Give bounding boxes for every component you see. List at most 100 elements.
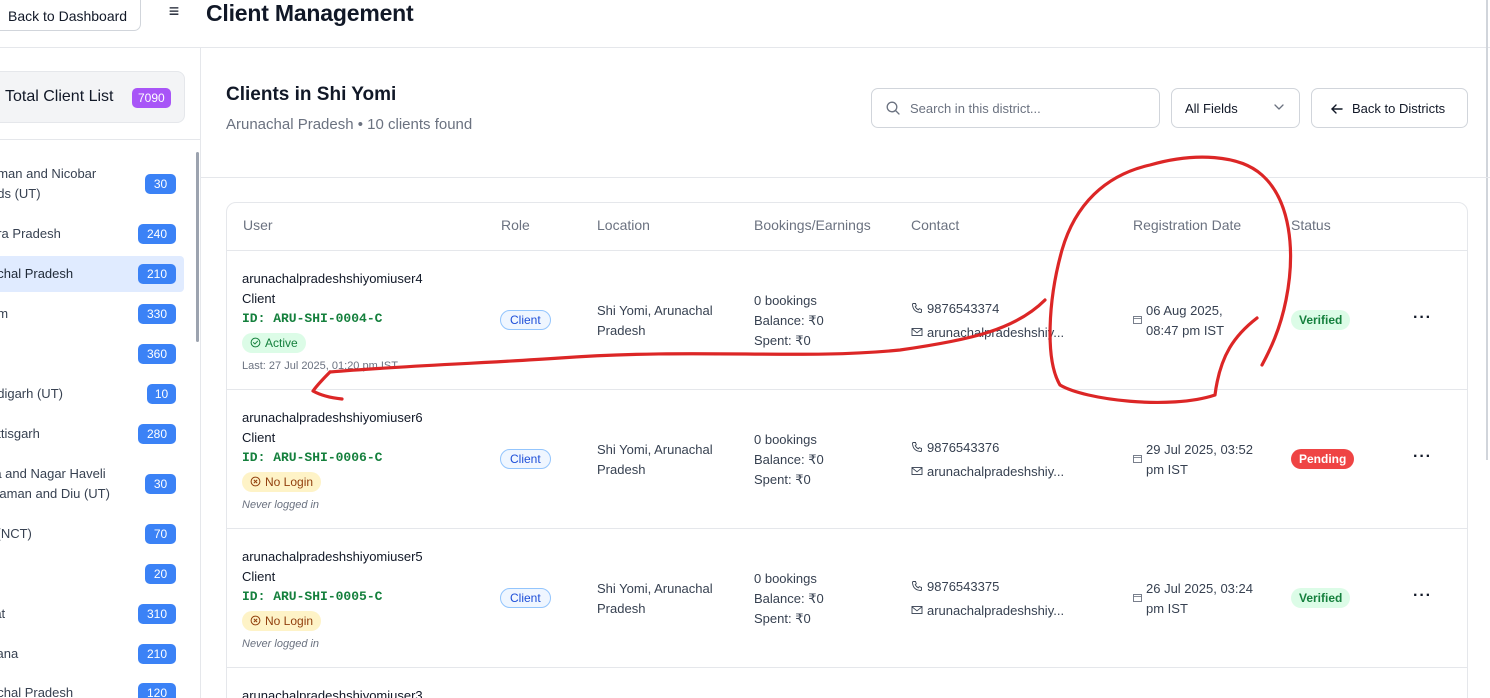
registration-time: 08:47 pm IST <box>1146 323 1225 338</box>
count-badge: 70 <box>145 524 176 544</box>
field-filter-value: All Fields <box>1185 101 1238 116</box>
header-registration-date[interactable]: Registration Date <box>1133 217 1241 233</box>
top-header: Back to Dashboard ≡ Client Management <box>0 0 1490 48</box>
district-subtitle: Arunachal Pradesh • 10 clients found <box>226 116 473 133</box>
more-actions-button[interactable]: ··· <box>1413 587 1432 605</box>
sidebar-item-label: attisgarh <box>0 426 40 441</box>
mail-icon <box>911 606 923 614</box>
sidebar-scrollbar[interactable] <box>196 152 199 342</box>
sidebar-item-bihar[interactable]: r 360 <box>0 344 184 364</box>
count-badge: 30 <box>145 474 176 494</box>
balance: Balance: ₹0 <box>754 313 824 328</box>
sidebar-item-label: aman and Nicobar <box>0 166 97 181</box>
email[interactable]: arunachalpradeshshiy... <box>911 325 1064 340</box>
search-input[interactable] <box>910 98 1150 118</box>
phone-icon <box>912 442 922 452</box>
sidebar-item-label: hra Pradesh <box>0 226 61 241</box>
sidebar-item-haryana[interactable]: vana 210 <box>0 644 184 664</box>
sidebar-divider <box>0 139 201 140</box>
role-badge: Client <box>500 588 551 608</box>
registration-date: 06 Aug 2025, <box>1146 303 1223 318</box>
back-to-dashboard-button[interactable]: Back to Dashboard <box>0 0 141 31</box>
email[interactable]: arunachalpradeshshiy... <box>911 464 1064 479</box>
username: arunachalpradeshshiyomiuser4 <box>242 271 423 286</box>
username: arunachalpradeshshiyomiuser3 <box>242 688 423 698</box>
sidebar-item-dadra-nagar-haveli[interactable]: ra and Nagar Haveli Daman and Diu (UT) 3… <box>0 464 184 504</box>
location-line: Pradesh <box>597 601 646 616</box>
sidebar-item-arunachal-pradesh[interactable]: achal Pradesh 210 <box>0 256 184 292</box>
count-badge: 310 <box>138 604 176 624</box>
email[interactable]: arunachalpradeshshiy... <box>911 603 1064 618</box>
district-title: Clients in Shi Yomi <box>226 84 397 105</box>
district-search[interactable] <box>871 88 1160 128</box>
spent: Spent: ₹0 <box>754 333 811 348</box>
total-client-list-button[interactable]: Total Client List 7090 <box>0 71 185 123</box>
sidebar-item-chhattisgarh[interactable]: attisgarh 280 <box>0 424 184 444</box>
phone[interactable]: 9876543374 <box>911 301 999 316</box>
main-divider <box>201 177 1490 178</box>
sidebar-item-andaman-nicobar[interactable]: aman and Nicobar nds (UT) 30 <box>0 164 184 204</box>
phone-number: 9876543376 <box>927 440 1000 455</box>
username: arunachalpradeshshiyomiuser6 <box>242 410 423 425</box>
page-title: Client Management <box>206 0 414 26</box>
sidebar-item-label: am <box>0 306 9 321</box>
phone-number: 9876543375 <box>927 579 1000 594</box>
sidebar: Total Client List 7090 aman and Nicobar … <box>0 48 201 698</box>
sidebar-item-gujarat[interactable]: rat 310 <box>0 604 184 624</box>
last-login: Never logged in <box>242 638 320 650</box>
header-bookings[interactable]: Bookings/Earnings <box>754 217 871 233</box>
menu-icon[interactable]: ≡ <box>163 1 185 23</box>
row-divider <box>227 250 1467 251</box>
status-badge: Verified <box>1291 588 1351 608</box>
sidebar-item-assam[interactable]: am 330 <box>0 304 184 324</box>
more-actions-button[interactable]: ··· <box>1413 448 1432 466</box>
sidebar-item-himachal-pradesh[interactable]: achal Pradesh 120 <box>0 683 184 698</box>
row-divider <box>227 389 1467 390</box>
sidebar-item-delhi[interactable]: i (NCT) 70 <box>0 524 184 544</box>
count-badge: 240 <box>138 224 176 244</box>
location-line: Pradesh <box>597 462 646 477</box>
login-status-badge: No Login <box>242 611 322 631</box>
field-filter-select[interactable]: All Fields <box>1171 88 1300 128</box>
last-login: Last: 27 Jul 2025, 01:20 pm IST <box>242 360 398 372</box>
sidebar-item-goa[interactable]: 20 <box>0 564 184 584</box>
phone[interactable]: 9876543375 <box>911 579 999 594</box>
registration-date: 29 Jul 2025, 03:52 <box>1146 442 1253 457</box>
status-badge: Pending <box>1291 449 1355 469</box>
header-user[interactable]: User <box>243 217 273 233</box>
registration-date: 26 Jul 2025, 03:24 <box>1146 581 1253 596</box>
user-id: ID: ARU-SHI-0005-C <box>242 589 383 604</box>
header-location[interactable]: Location <box>597 217 650 233</box>
sidebar-item-chandigarh[interactable]: ndigarh (UT) 10 <box>0 384 184 404</box>
balance: Balance: ₹0 <box>754 591 824 606</box>
location-line: Shi Yomi, Arunachal <box>597 581 713 596</box>
bookings-count: 0 bookings <box>754 571 817 586</box>
count-badge: 330 <box>138 304 176 324</box>
sidebar-item-andhra-pradesh[interactable]: hra Pradesh 240 <box>0 224 184 244</box>
x-circle-icon <box>250 615 261 626</box>
more-actions-button[interactable]: ··· <box>1413 309 1432 327</box>
sidebar-item-label: ra and Nagar Haveli <box>0 466 106 481</box>
username: arunachalpradeshshiyomiuser5 <box>242 549 423 564</box>
count-badge: 210 <box>138 644 176 664</box>
sidebar-item-label: ndigarh (UT) <box>0 386 63 401</box>
last-login: Never logged in <box>242 499 320 511</box>
phone[interactable]: 9876543376 <box>911 440 999 455</box>
phone-icon <box>912 303 922 313</box>
email-address: arunachalpradeshshiy... <box>927 464 1065 479</box>
header-role[interactable]: Role <box>501 217 530 233</box>
row-divider <box>227 528 1467 529</box>
user-role: Client <box>242 569 276 584</box>
location-line: Shi Yomi, Arunachal <box>597 442 713 457</box>
email-address: arunachalpradeshshiy... <box>927 603 1065 618</box>
count-badge: 10 <box>147 384 176 404</box>
header-contact[interactable]: Contact <box>911 217 959 233</box>
registration-time: pm IST <box>1146 601 1188 616</box>
back-to-districts-button[interactable]: Back to Districts <box>1311 88 1468 128</box>
user-role: Client <box>242 430 276 445</box>
calendar-icon <box>1133 594 1142 602</box>
email-address: arunachalpradeshshiy... <box>927 325 1065 340</box>
role-badge: Client <box>500 449 551 469</box>
arrow-left-icon <box>1331 104 1343 114</box>
header-status[interactable]: Status <box>1291 217 1331 233</box>
